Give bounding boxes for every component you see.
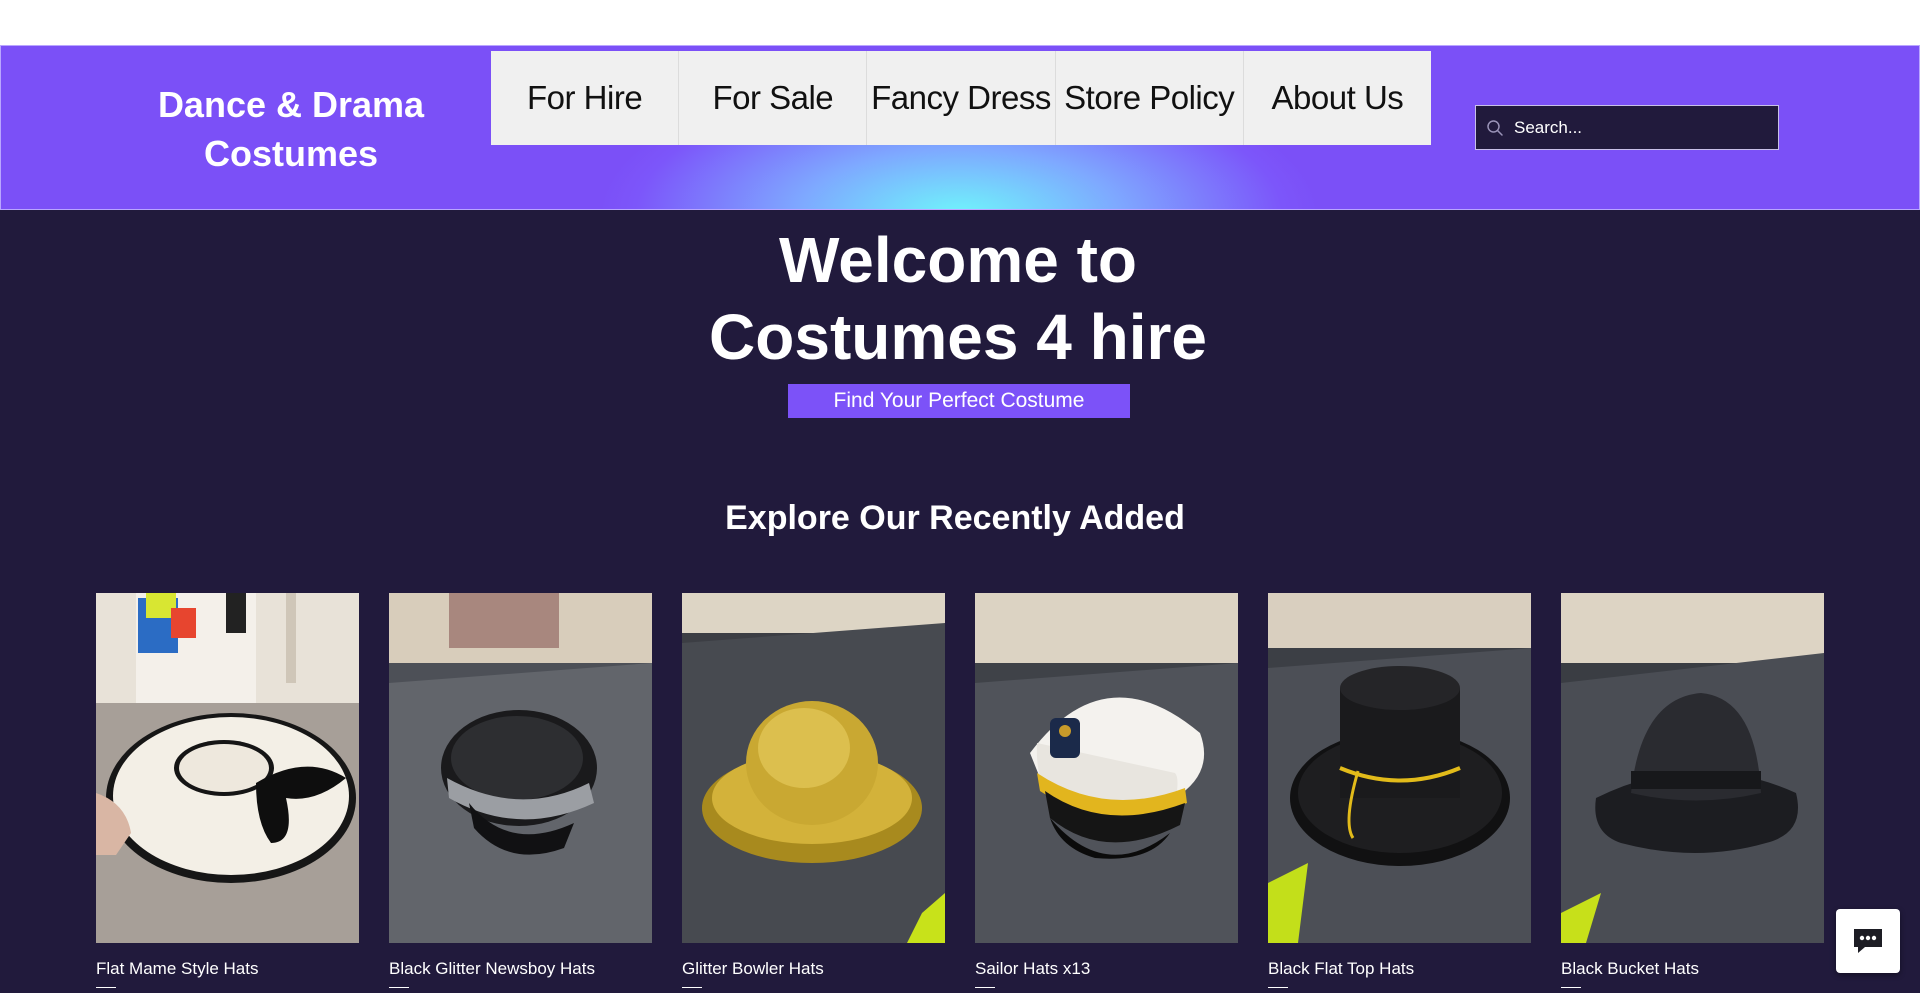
- product-underline: [1268, 987, 1288, 988]
- search-box[interactable]: [1475, 105, 1779, 150]
- product-image[interactable]: [1268, 593, 1531, 943]
- logo-line-2: Costumes: [203, 133, 379, 174]
- nav-item-about-us[interactable]: About Us: [1244, 51, 1431, 145]
- hero-title-line-2: Costumes 4 hire: [709, 301, 1207, 373]
- product-card[interactable]: Sailor Hats x13: [975, 593, 1238, 988]
- main-nav: For Hire For Sale Fancy Dress Store Poli…: [491, 51, 1431, 145]
- product-card[interactable]: Black Bucket Hats: [1561, 593, 1824, 988]
- find-costume-button[interactable]: Find Your Perfect Costume: [788, 384, 1130, 418]
- product-name[interactable]: Flat Mame Style Hats: [96, 959, 359, 979]
- hero-title: Welcome to Costumes 4 hire: [560, 222, 1356, 376]
- product-gallery: Flat Mame Style Hats Black Glitter Newsb…: [96, 593, 1826, 993]
- nav-item-for-sale[interactable]: For Sale: [679, 51, 868, 145]
- product-card[interactable]: Flat Mame Style Hats: [96, 593, 359, 988]
- nav-item-fancy-dress[interactable]: Fancy Dress: [867, 51, 1056, 145]
- product-underline: [96, 987, 116, 988]
- chat-button[interactable]: [1836, 909, 1900, 973]
- nav-item-store-policy[interactable]: Store Policy: [1056, 51, 1244, 145]
- product-image[interactable]: [1561, 593, 1824, 943]
- product-image[interactable]: [389, 593, 652, 943]
- site-logo[interactable]: Dance & Drama Costumes: [141, 80, 441, 178]
- product-underline: [1561, 987, 1581, 988]
- product-name[interactable]: Glitter Bowler Hats: [682, 959, 945, 979]
- search-icon: [1487, 119, 1503, 136]
- product-underline: [975, 987, 995, 988]
- chat-icon: [1854, 929, 1882, 953]
- product-card[interactable]: Glitter Bowler Hats: [682, 593, 945, 988]
- product-underline: [389, 987, 409, 988]
- product-card[interactable]: Black Flat Top Hats: [1268, 593, 1531, 988]
- product-card[interactable]: Black Glitter Newsboy Hats: [389, 593, 652, 988]
- product-name[interactable]: Black Glitter Newsboy Hats: [389, 959, 652, 979]
- nav-item-for-hire[interactable]: For Hire: [491, 51, 680, 145]
- product-name[interactable]: Sailor Hats x13: [975, 959, 1238, 979]
- product-underline: [682, 987, 702, 988]
- product-name[interactable]: Black Bucket Hats: [1561, 959, 1824, 979]
- logo-line-1: Dance & Drama: [157, 84, 425, 125]
- product-image[interactable]: [96, 593, 359, 943]
- hero-title-line-1: Welcome to: [779, 224, 1137, 296]
- product-name[interactable]: Black Flat Top Hats: [1268, 959, 1531, 979]
- top-white-strip: [0, 0, 1920, 45]
- site-header: Dance & Drama Costumes For Hire For Sale…: [0, 45, 1920, 210]
- product-image[interactable]: [975, 593, 1238, 943]
- recently-added-title: Explore Our Recently Added: [725, 499, 1185, 537]
- search-input[interactable]: [1514, 117, 1764, 138]
- product-image[interactable]: [682, 593, 945, 943]
